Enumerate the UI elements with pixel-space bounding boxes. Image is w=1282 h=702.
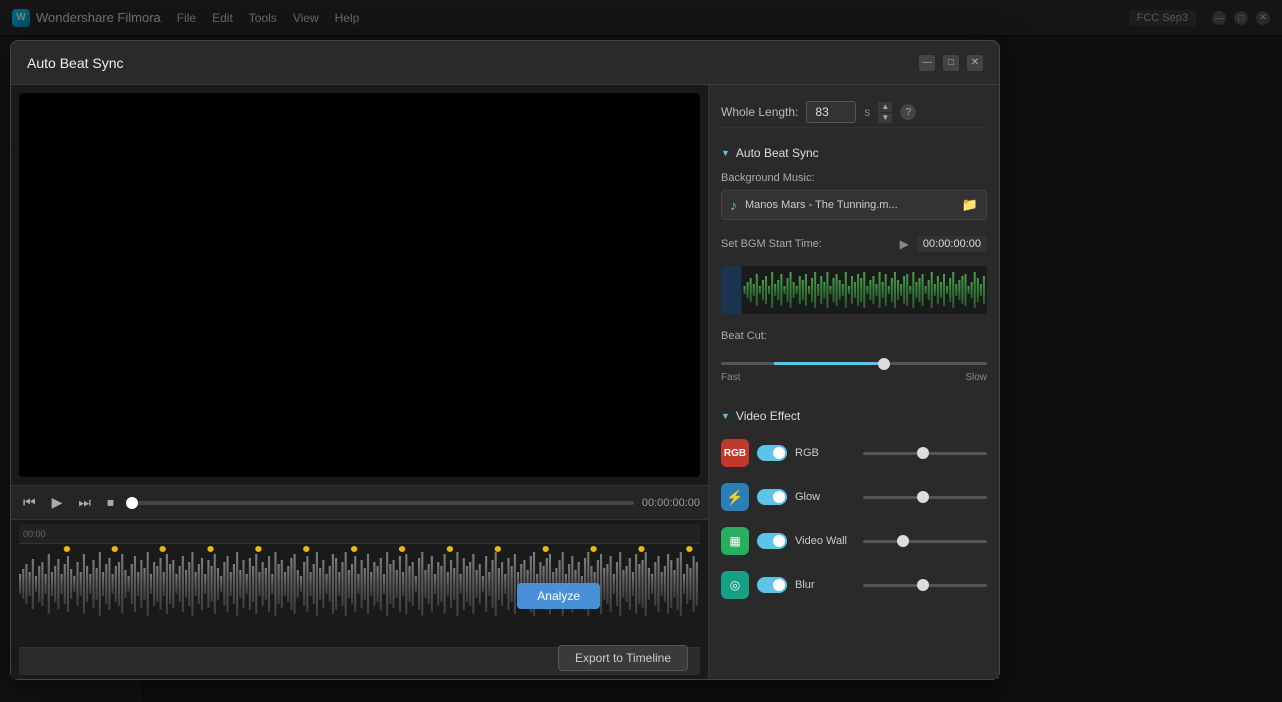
effect-blur-row: ◎ Blur — [721, 567, 987, 603]
waveform-canvas: Analyze — [19, 544, 700, 647]
rgb-slider-container — [863, 452, 987, 455]
stop-button[interactable]: ⏹ — [103, 492, 118, 513]
video-preview — [19, 93, 700, 477]
video-current-time: 00:00:00:00 — [642, 497, 700, 509]
glow-icon-box: ⚡ — [721, 483, 749, 511]
video-progress-thumb — [126, 497, 138, 509]
music-note-icon: ♪ — [730, 197, 737, 213]
skip-forward-button[interactable]: ⏭ — [74, 492, 95, 513]
beat-cut-slow-label: Slow — [965, 372, 987, 383]
mini-waveform — [721, 266, 987, 314]
analyze-button[interactable]: Analyze — [517, 583, 600, 609]
blur-slider-container — [863, 584, 987, 587]
waveform-area: 00:00 — [11, 519, 708, 679]
waveform-timeline-ruler: 00:00 — [19, 524, 700, 544]
section-collapse-icon: ▼ — [721, 148, 730, 158]
video-wall-icon: ▦ — [729, 534, 740, 548]
blur-label: Blur — [795, 579, 855, 591]
whole-length-section: Whole Length: s ▲ ▼ ? — [721, 97, 987, 128]
mini-waveform-svg — [721, 266, 987, 314]
beat-cut-slider[interactable] — [721, 362, 987, 365]
video-wall-slider-container — [863, 540, 987, 543]
blur-icon-box: ◎ — [721, 571, 749, 599]
auto-beat-sync-section-title: Auto Beat Sync — [736, 146, 819, 160]
blur-toggle-thumb — [773, 579, 785, 591]
dialog-maximize-button[interactable]: □ — [943, 55, 959, 71]
dialog-close-button[interactable]: ✕ — [967, 55, 983, 71]
video-progress-bar[interactable] — [126, 501, 634, 505]
dialog-body: ⏮ ▶ ⏭ ⏹ 00:00:00:00 00:00 — [11, 85, 999, 679]
help-icon[interactable]: ? — [900, 104, 916, 120]
beat-cut-labels: Fast Slow — [721, 372, 987, 383]
dialog-titlebar: Auto Beat Sync — □ ✕ — [11, 41, 999, 85]
bgm-start-label: Set BGM Start Time: — [721, 238, 892, 250]
video-wall-slider[interactable] — [863, 540, 987, 543]
whole-length-down[interactable]: ▼ — [878, 113, 892, 123]
bg-music-control[interactable]: ♪ Manos Mars - The Tunning.m... 📁 — [721, 190, 987, 220]
skip-back-button[interactable]: ⏮ — [19, 492, 40, 513]
bg-music-label: Background Music: — [721, 172, 987, 184]
video-wall-toggle[interactable] — [757, 533, 787, 549]
whole-length-unit: s — [864, 105, 870, 119]
bgm-start-section: Set BGM Start Time: ▶ 00:00:00:00 — [721, 236, 987, 252]
effect-rgb-row: RGB RGB — [721, 435, 987, 471]
dialog-window-controls: — □ ✕ — [919, 55, 983, 71]
effect-glow-row: ⚡ Glow — [721, 479, 987, 515]
dialog-minimize-button[interactable]: — — [919, 55, 935, 71]
video-wall-label: Video Wall — [795, 535, 855, 547]
glow-slider[interactable] — [863, 496, 987, 499]
play-button[interactable]: ▶ — [48, 492, 67, 513]
video-controls-bar: ⏮ ▶ ⏭ ⏹ 00:00:00:00 — [11, 485, 708, 519]
glow-slider-container — [863, 496, 987, 499]
glow-label: Glow — [795, 491, 855, 503]
rgb-icon-box: RGB — [721, 439, 749, 467]
beat-cut-section: Beat Cut: Fast Slow — [721, 330, 987, 387]
browse-music-button[interactable]: 📁 — [962, 197, 978, 213]
glow-toggle-thumb — [773, 491, 785, 503]
bg-music-section: Background Music: ♪ Manos Mars - The Tun… — [721, 172, 987, 220]
rgb-toggle-thumb — [773, 447, 785, 459]
music-filename: Manos Mars - The Tunning.m... — [745, 199, 954, 211]
blur-icon: ◎ — [730, 578, 740, 592]
auto-beat-sync-dialog: Auto Beat Sync — □ ✕ ⏮ ▶ ⏭ ⏹ — [10, 40, 1000, 680]
dialog-left-panel: ⏮ ▶ ⏭ ⏹ 00:00:00:00 00:00 — [11, 85, 709, 679]
whole-length-spinners: ▲ ▼ — [878, 102, 892, 123]
glow-toggle[interactable] — [757, 489, 787, 505]
beat-cut-label: Beat Cut: — [721, 330, 987, 342]
rgb-slider[interactable] — [863, 452, 987, 455]
dialog-title: Auto Beat Sync — [27, 55, 124, 71]
export-timeline-button[interactable]: Export to Timeline — [558, 645, 688, 671]
rgb-label: RGB — [795, 447, 855, 459]
whole-length-input[interactable] — [806, 101, 856, 123]
bgm-start-time: 00:00:00:00 — [917, 236, 987, 252]
video-effect-section-header[interactable]: ▼ Video Effect — [721, 403, 987, 427]
video-wall-toggle-thumb — [773, 535, 785, 547]
rgb-icon: RGB — [724, 448, 746, 459]
video-effect-collapse-icon: ▼ — [721, 411, 730, 421]
whole-length-up[interactable]: ▲ — [878, 102, 892, 112]
blur-toggle[interactable] — [757, 577, 787, 593]
effect-video-wall-row: ▦ Video Wall — [721, 523, 987, 559]
dialog-right-panel: Whole Length: s ▲ ▼ ? ▼ Auto Beat Sync — [709, 85, 999, 679]
glow-icon: ⚡ — [726, 489, 743, 506]
rgb-toggle[interactable] — [757, 445, 787, 461]
auto-beat-sync-section-header[interactable]: ▼ Auto Beat Sync — [721, 140, 987, 164]
beat-cut-fast-label: Fast — [721, 372, 740, 383]
video-wall-icon-box: ▦ — [721, 527, 749, 555]
bgm-play-button[interactable]: ▶ — [900, 237, 909, 251]
blur-slider[interactable] — [863, 584, 987, 587]
video-effect-section-title: Video Effect — [736, 409, 800, 423]
whole-length-label: Whole Length: — [721, 105, 798, 119]
